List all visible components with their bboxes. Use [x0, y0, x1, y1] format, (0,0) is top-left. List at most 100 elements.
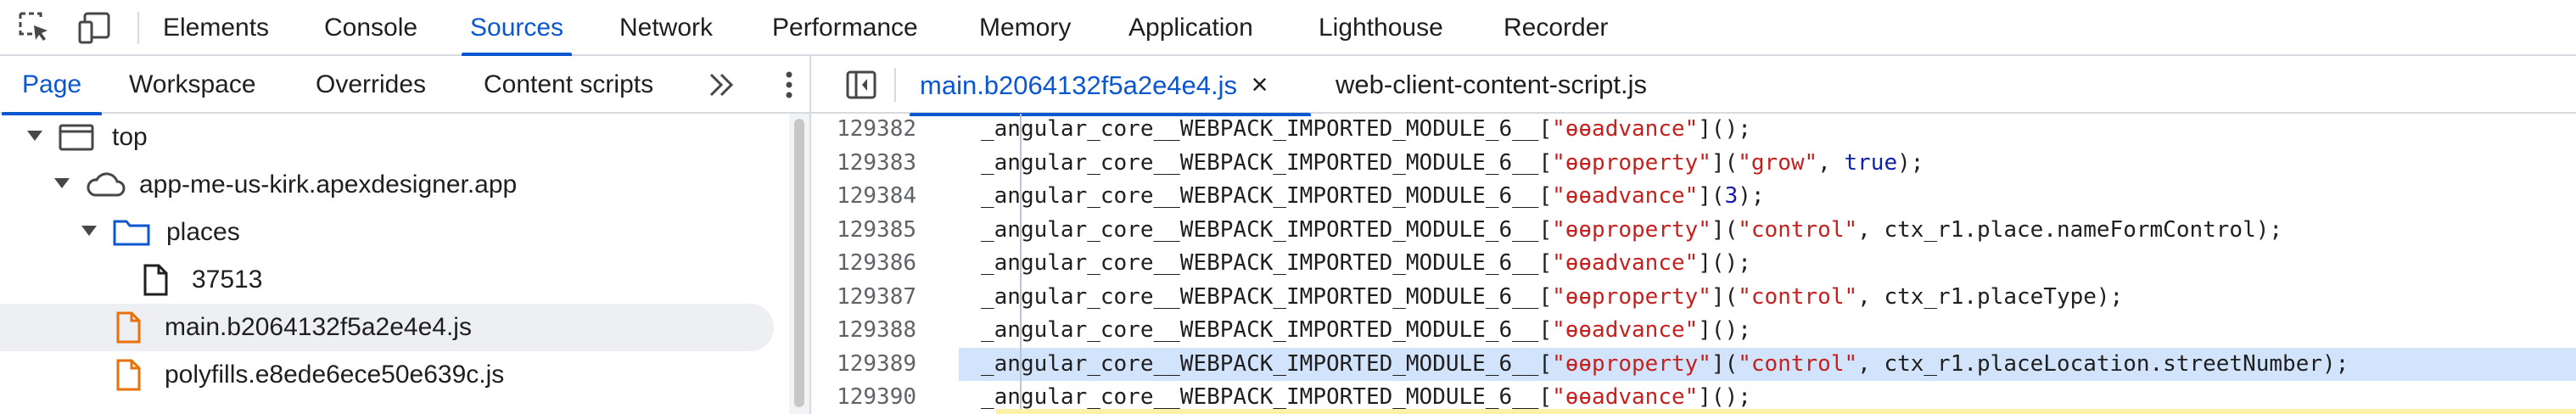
line-number[interactable]: 129390 — [811, 381, 916, 414]
string-token: "ɵɵadvance" — [1552, 183, 1699, 209]
code-token: _angular_core__WEBPACK_IMPORTED_MODULE_6… — [981, 250, 1553, 276]
tab-workspace[interactable]: Workspace — [129, 56, 256, 114]
code-line[interactable]: 129389 _angular_core__WEBPACK_IMPORTED_MO… — [811, 347, 2576, 381]
code-token: _angular_core__WEBPACK_IMPORTED_MODULE_6… — [981, 149, 1553, 176]
scrollbar-thumb[interactable] — [794, 119, 804, 407]
tab-elements[interactable]: Elements — [163, 0, 269, 54]
tab-lighthouse[interactable]: Lighthouse — [1319, 0, 1443, 54]
code-token: _angular_core__WEBPACK_IMPORTED_MODULE_6… — [981, 384, 1553, 410]
line-number[interactable]: 129382 — [811, 114, 916, 146]
tab-network[interactable]: Network — [619, 0, 713, 54]
tab-memory[interactable]: Memory — [979, 0, 1071, 54]
line-number[interactable]: 129386 — [811, 247, 916, 280]
string-token: "ɵɵadvance" — [1552, 250, 1699, 276]
code-token: , ctx_r1.placeLocation.streetNumber); — [1857, 350, 2349, 377]
tab-content-scripts[interactable]: Content scripts — [484, 56, 653, 114]
line-number[interactable]: 129388 — [811, 314, 916, 347]
tab-overrides[interactable]: Overrides — [316, 56, 426, 114]
string-token: "grow" — [1738, 149, 1818, 176]
code-token: ]( — [1711, 283, 1739, 310]
code-line[interactable]: 129382 _angular_core__WEBPACK_IMPORTED_MO… — [811, 114, 2576, 146]
expand-arrow-icon[interactable] — [81, 226, 97, 236]
file-icon — [141, 263, 170, 301]
code-editor[interactable]: 129382 _angular_core__WEBPACK_IMPORTED_MO… — [811, 114, 2576, 414]
tab-page[interactable]: Page — [1, 56, 103, 115]
tab-console[interactable]: Console — [324, 0, 417, 54]
code-token: , — [1817, 149, 1845, 176]
code-text: _angular_core__WEBPACK_IMPORTED_MODULE_6… — [959, 314, 2576, 347]
close-icon[interactable]: × — [1252, 69, 1268, 101]
code-token: ](); — [1698, 317, 1751, 343]
tree-item-label: 37513 — [192, 266, 263, 294]
chevron-double-right-icon[interactable] — [706, 68, 736, 106]
inspect-element-icon[interactable] — [15, 8, 53, 46]
code-text: _angular_core__WEBPACK_IMPORTED_MODULE_6… — [959, 214, 2576, 247]
cloud-icon — [85, 168, 126, 206]
code-text: _angular_core__WEBPACK_IMPORTED_MODULE_6… — [959, 347, 2576, 381]
code-line[interactable]: 129387 _angular_core__WEBPACK_IMPORTED_MO… — [811, 281, 2576, 314]
line-number[interactable]: 129387 — [811, 281, 916, 314]
next-line-highlight — [996, 409, 2576, 414]
tab-performance[interactable]: Performance — [772, 0, 918, 54]
navigator-scrollbar[interactable] — [789, 114, 809, 414]
code-token: ](); — [1698, 384, 1751, 410]
tab-application[interactable]: Application — [1128, 0, 1253, 54]
editor-tabbar: main.b2064132f5a2e4e4.js × web-client-co… — [811, 56, 2576, 116]
code-token: ]( — [1698, 183, 1725, 209]
code-line[interactable]: 129384 _angular_core__WEBPACK_IMPORTED_MO… — [811, 180, 2576, 213]
line-number[interactable]: 129385 — [811, 214, 916, 247]
number-token: 3 — [1724, 183, 1739, 209]
tree-item-polyfills-js[interactable]: polyfills.e8ede6ece50e639c.js — [0, 351, 789, 399]
tree-item-top[interactable]: top — [0, 114, 789, 161]
code-token: _angular_core__WEBPACK_IMPORTED_MODULE_6… — [981, 317, 1553, 343]
line-number[interactable]: 129389 — [811, 348, 916, 381]
string-token: "ɵɵproperty" — [1552, 350, 1711, 377]
line-number[interactable]: 129383 — [811, 147, 916, 180]
code-token: ]( — [1711, 350, 1739, 377]
editor-tab-main-js[interactable]: main.b2064132f5a2e4e4.js × — [910, 56, 1310, 116]
devtools-main-toolbar: Elements Console Sources Network Perform… — [0, 0, 2576, 56]
tree-item-label: places — [166, 218, 240, 246]
tree-item-domain[interactable]: app-me-us-kirk.apexdesigner.app — [0, 161, 789, 209]
frame-icon — [58, 120, 95, 159]
code-token: _angular_core__WEBPACK_IMPORTED_MODULE_6… — [981, 116, 1553, 142]
code-token: ](); — [1698, 250, 1751, 276]
code-token: ); — [1738, 183, 1765, 209]
sidebar-toggle-icon[interactable] — [845, 70, 877, 104]
code-line[interactable]: 129386 _angular_core__WEBPACK_IMPORTED_MO… — [811, 247, 2576, 280]
code-token: , ctx_r1.placeType); — [1857, 283, 2124, 310]
tab-recorder[interactable]: Recorder — [1504, 0, 1608, 54]
tree-item-label: top — [112, 123, 148, 151]
code-token: _angular_core__WEBPACK_IMPORTED_MODULE_6… — [981, 350, 1553, 377]
js-file-icon — [114, 358, 143, 396]
tree-item-label: app-me-us-kirk.apexdesigner.app — [139, 171, 518, 199]
code-token: ]( — [1711, 149, 1739, 176]
line-number[interactable]: 129384 — [811, 180, 916, 213]
keyword-token: true — [1844, 149, 1898, 176]
kebab-menu-icon[interactable] — [784, 68, 794, 106]
expand-arrow-icon[interactable] — [27, 131, 42, 141]
string-token: "ɵɵproperty" — [1552, 216, 1711, 243]
expand-arrow-icon[interactable] — [54, 178, 70, 188]
editor-tab-content-script[interactable]: web-client-content-script.js — [1336, 56, 1647, 114]
code-token: _angular_core__WEBPACK_IMPORTED_MODULE_6… — [981, 283, 1553, 310]
navigator-tabbar: Page Workspace Overrides Content scripts — [0, 56, 809, 115]
device-toolbar-icon[interactable] — [76, 8, 114, 46]
code-token: _angular_core__WEBPACK_IMPORTED_MODULE_6… — [981, 183, 1553, 209]
code-token: ); — [1897, 149, 1924, 176]
code-token: ]( — [1711, 216, 1739, 243]
js-file-icon — [114, 310, 143, 349]
indent-guide — [1020, 114, 1022, 414]
tree-item-places[interactable]: places — [0, 209, 789, 256]
code-line[interactable]: 129383 _angular_core__WEBPACK_IMPORTED_MO… — [811, 147, 2576, 180]
tree-item-main-js[interactable]: main.b2064132f5a2e4e4.js — [0, 304, 774, 351]
code-text: _angular_core__WEBPACK_IMPORTED_MODULE_6… — [959, 247, 2576, 280]
tree-item-37513[interactable]: 37513 — [0, 256, 789, 304]
folder-icon — [112, 215, 151, 254]
file-tree: top app-me-us-kirk.apexdesigner.app plac… — [0, 114, 789, 414]
code-line[interactable]: 129385 _angular_core__WEBPACK_IMPORTED_MO… — [811, 214, 2576, 247]
code-token: , ctx_r1.place.nameFormControl); — [1857, 216, 2283, 243]
tab-sources[interactable]: Sources — [461, 0, 573, 56]
string-token: "ɵɵproperty" — [1552, 283, 1711, 310]
code-line[interactable]: 129388 _angular_core__WEBPACK_IMPORTED_MO… — [811, 314, 2576, 347]
